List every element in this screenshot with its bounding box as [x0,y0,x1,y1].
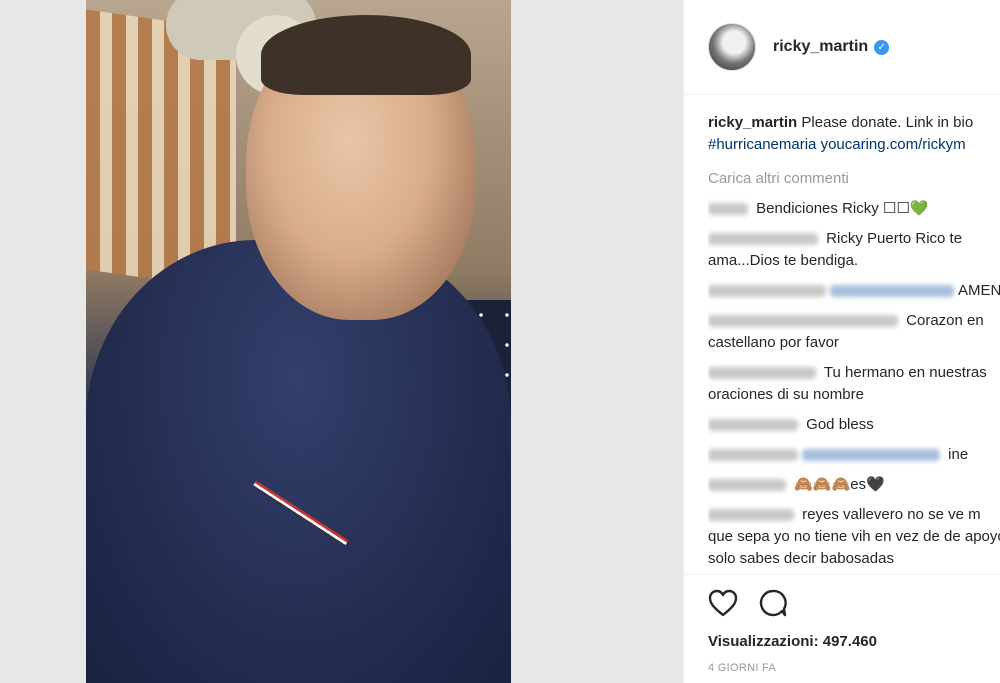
comment-text: Bendiciones Ricky ☐☐💚 [756,200,929,217]
comment-item: God bless [708,414,1000,436]
comment-item: Ricky Puerto Rico te ama...Dios te bendi… [708,228,1000,272]
hashtag-link[interactable]: #hurricanemaria [708,136,816,153]
blurred-username[interactable] [708,367,816,380]
comment-text: 🙈🙈🙈es🖤 [794,476,885,493]
media-area [0,0,683,683]
avatar[interactable] [708,23,756,71]
navy-shirt [86,240,511,683]
comment-item: AMEN [708,280,1000,302]
comment-item: Corazon en castellano por favor [708,310,1000,354]
comment-item: reyes vallevero no se ve m que sepa yo n… [708,504,1000,570]
comment-icon[interactable] [758,588,788,623]
caption-text: Please donate. Link in bio [801,114,974,131]
blurred-username[interactable] [708,449,798,462]
blurred-username[interactable] [708,233,818,246]
comment-item: ine [708,444,1000,466]
post-header: ricky_martin ✓ [684,0,1000,95]
verified-badge-icon: ✓ [874,39,890,55]
views-count[interactable]: Visualizzazioni: 497.460 [708,633,977,650]
comments-section[interactable]: ricky_martin Please donate. Link in bio … [708,112,1000,574]
post-photo[interactable] [86,0,511,683]
blurred-username[interactable] [708,479,786,492]
comment-text: AMEN [958,282,1000,299]
comment-item: Tu hermano en nuestras oraciones di su n… [708,362,1000,406]
blurred-username[interactable] [708,203,748,216]
comment-item: Bendiciones Ricky ☐☐💚 [708,198,1000,220]
post-actions: Visualizzazioni: 497.460 4 GIORNI FA [684,574,1000,674]
donation-link[interactable]: youcaring.com/rickym [821,136,966,153]
blurred-username[interactable] [708,509,794,522]
blurred-username[interactable] [708,285,826,298]
blurred-username[interactable] [708,419,798,432]
caption: ricky_martin Please donate. Link in bio … [708,112,1000,156]
hair [261,15,471,95]
comment-text: God bless [806,416,874,433]
post-side-panel: ricky_martin ✓ ricky_martin Please donat… [683,0,1000,683]
comment-item: 🙈🙈🙈es🖤 [708,474,1000,496]
load-more-comments[interactable]: Carica altri commenti [708,168,1000,190]
comment-text: ine [948,446,969,463]
caption-username[interactable]: ricky_martin [708,114,797,131]
blurred-mention[interactable] [830,285,954,298]
blurred-username[interactable] [708,315,898,328]
blurred-mention[interactable] [802,449,940,462]
heart-icon[interactable] [708,589,738,622]
post-timestamp[interactable]: 4 GIORNI FA [708,662,977,674]
username[interactable]: ricky_martin [773,38,868,56]
action-icons [708,587,977,623]
